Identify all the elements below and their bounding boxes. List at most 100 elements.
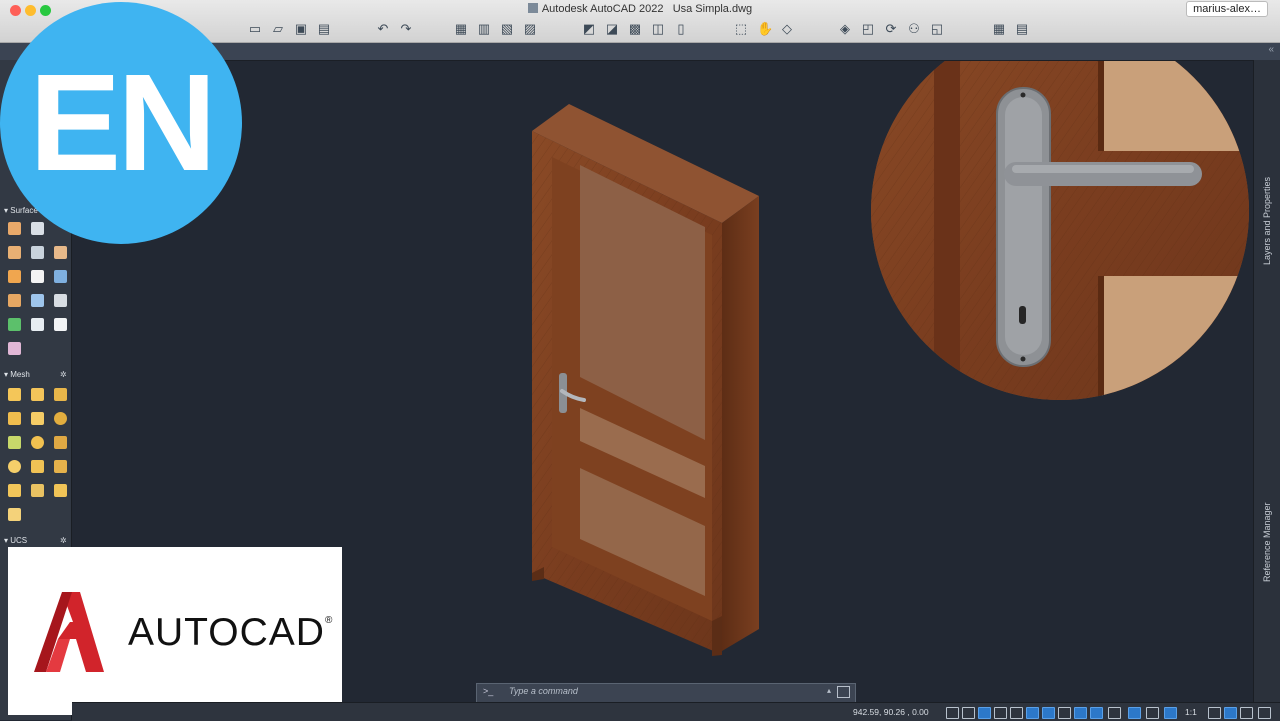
mesh-sphere-icon[interactable] [54,412,67,425]
door-model[interactable] [532,104,759,656]
mesh-merge-icon[interactable] [8,484,21,497]
reference-manager-tab[interactable]: Reference Manager [1262,502,1272,582]
mesh-close-hole-icon[interactable] [31,484,44,497]
surface-offset-icon[interactable] [31,246,44,259]
orbit-icon[interactable]: ◇ [780,22,794,36]
command-input[interactable]: Type a command [509,686,578,696]
xref-icon[interactable]: ◫ [651,22,665,36]
mesh-torus-icon[interactable] [31,412,44,425]
mesh-box-icon[interactable] [8,388,21,401]
isolate-icon[interactable]: ▤ [1015,22,1029,36]
autocad-logo-text: AUTOCAD® [128,611,333,655]
redo-icon[interactable]: ↷ [399,22,413,36]
ortho-icon[interactable] [978,707,991,719]
surface-rebuild-icon[interactable] [8,318,21,331]
surface-convert-icon[interactable] [8,342,21,355]
external-icon[interactable]: ▯ [674,22,688,36]
mesh-wedge-icon[interactable] [8,412,21,425]
mesh-split-icon[interactable] [54,460,67,473]
gear-icon[interactable]: ✲ [60,536,67,545]
annotation-scale[interactable]: 1:1 [1185,707,1197,717]
surface-project-icon[interactable] [31,294,44,307]
mesh-collapse-icon[interactable] [54,484,67,497]
layer-icon[interactable]: ◪ [605,22,619,36]
pan-icon[interactable]: ✋ [757,22,773,36]
snap-icon[interactable] [962,707,975,719]
gear-icon[interactable]: ✲ [60,370,67,379]
mesh-cone-icon[interactable] [54,388,67,401]
save-icon[interactable]: ▣ [294,22,308,36]
measure-icon[interactable]: ◱ [930,22,944,36]
layer-states-icon[interactable]: ▦ [992,22,1006,36]
isolate-objects-icon[interactable] [1224,707,1237,719]
plot-icon[interactable]: ▦ [454,22,468,36]
zoom-window-icon[interactable]: ⬚ [734,22,748,36]
surface-sculpt-icon[interactable] [8,294,21,307]
hardware-acceleration-icon[interactable] [1240,707,1253,719]
palette-section-label: Mesh [10,370,30,379]
surface-analysis-icon[interactable] [31,318,44,331]
isodraft-icon[interactable] [1010,707,1023,719]
palette-section-mesh[interactable]: ▾ Mesh ✲ [4,370,67,379]
command-line[interactable]: >_ Type a command ▴ [476,683,856,703]
surface-extend-icon[interactable] [8,270,21,283]
command-history-icon[interactable] [837,686,850,698]
surface-cv-icon[interactable] [54,294,67,307]
surface-untrim-icon[interactable] [54,270,67,283]
user-account-button[interactable]: marius-alex… [1186,1,1268,17]
data-toolbar: ◩ ◪ ▩ ◫ ▯ [582,22,688,38]
mesh-refine-icon[interactable] [31,436,44,449]
object-snap-tracking-icon[interactable] [1026,707,1039,719]
mesh-crease-icon[interactable] [54,436,67,449]
save-as-icon[interactable]: ▤ [317,22,331,36]
mesh-convert-icon[interactable] [8,508,21,521]
app-name: Autodesk AutoCAD 2022 [541,3,664,15]
file-toolbar: ▭ ▱ ▣ ▤ [248,22,331,38]
view-toolbar: ⬚ ✋ ◇ [734,22,794,38]
language-badge-text: EN [29,46,217,200]
palette-section-surface[interactable]: ▾ Surface [4,206,38,215]
gizmo-icon[interactable] [1128,707,1141,719]
open-file-icon[interactable]: ▱ [271,22,285,36]
refresh-icon[interactable]: ⟳ [884,22,898,36]
group-icon[interactable]: ◰ [861,22,875,36]
command-history-up-icon[interactable]: ▴ [827,686,831,695]
new-file-icon[interactable]: ▭ [248,22,262,36]
autocad-logo-card: AUTOCAD® [8,547,342,715]
sheet-set-icon[interactable]: ▨ [523,22,537,36]
mesh-cylinder-icon[interactable] [31,388,44,401]
layers-properties-tab[interactable]: Layers and Properties [1262,177,1272,265]
transparency-icon[interactable] [1074,707,1087,719]
mesh-uncrease-icon[interactable] [8,460,21,473]
command-prompt-icon[interactable]: >_ [483,686,493,696]
surface-network-icon[interactable] [8,222,21,235]
match-properties-icon[interactable]: ◈ [838,22,852,36]
mesh-extrude-icon[interactable] [31,460,44,473]
surface-fillet-icon[interactable] [54,246,67,259]
logo-wordmark: AUTOCAD [128,611,325,654]
import-icon[interactable]: ▩ [628,22,642,36]
workspace-icon[interactable] [1208,707,1221,719]
lineweight-icon[interactable] [1058,707,1071,719]
batch-plot-icon[interactable]: ▥ [477,22,491,36]
surface-zebra-icon[interactable] [54,318,67,331]
surface-trim-icon[interactable] [31,270,44,283]
grid-icon[interactable] [946,707,959,719]
publish-icon[interactable]: ▧ [500,22,514,36]
network-icon[interactable]: ⚇ [907,22,921,36]
auto-scale-icon[interactable] [1164,707,1177,719]
settings-gear-icon[interactable] [1258,707,1271,719]
collapse-panel-icon[interactable]: « [1268,44,1274,55]
attach-icon[interactable]: ◩ [582,22,596,36]
polar-tracking-icon[interactable] [994,707,1007,719]
door-frame-side [722,196,759,651]
dynamic-ucs-icon[interactable] [1108,707,1121,719]
palette-section-ucs[interactable]: ▾ UCS ✲ [4,536,67,545]
undo-icon[interactable]: ↶ [376,22,390,36]
mesh-smooth-icon[interactable] [8,436,21,449]
annotation-visibility-icon[interactable] [1146,707,1159,719]
surface-patch-icon[interactable] [8,246,21,259]
object-snap-icon[interactable] [1042,707,1055,719]
selection-cycling-icon[interactable] [1090,707,1103,719]
surface-blend-icon[interactable] [31,222,44,235]
